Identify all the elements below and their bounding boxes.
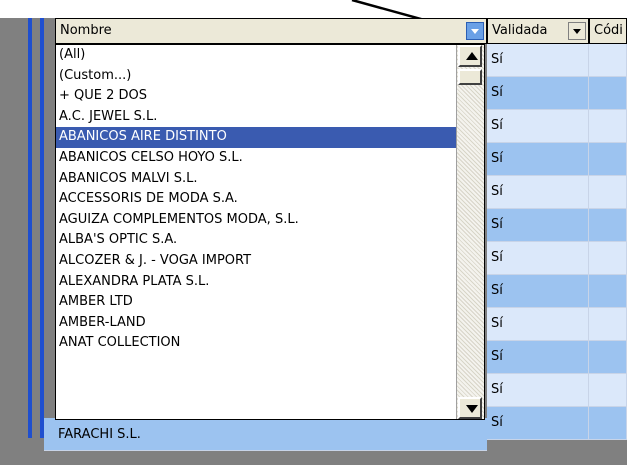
codigo-cell[interactable]: [589, 77, 627, 109]
row-indicator-column: [0, 18, 28, 465]
filter-option[interactable]: ALBA'S OPTIC S.A.: [56, 230, 457, 251]
codigo-cell[interactable]: [589, 242, 627, 274]
filter-option[interactable]: (All): [56, 45, 457, 66]
validada-cell[interactable]: Sí: [487, 44, 589, 76]
table-row[interactable]: Sí: [487, 77, 627, 110]
validada-cell[interactable]: Sí: [487, 209, 589, 241]
filter-option[interactable]: AMBER LTD: [56, 292, 457, 313]
validada-filter-dropdown-button[interactable]: [568, 22, 586, 40]
codigo-cell[interactable]: [589, 308, 627, 340]
table-row[interactable]: Sí: [487, 341, 627, 374]
validada-cell[interactable]: Sí: [487, 242, 589, 274]
validada-cell[interactable]: Sí: [487, 110, 589, 142]
validada-cell[interactable]: Sí: [487, 143, 589, 175]
table-row[interactable]: Sí: [487, 209, 627, 242]
table-row[interactable]: Sí: [487, 407, 627, 440]
dropdown-scrollbar[interactable]: [456, 45, 484, 419]
codigo-cell[interactable]: [589, 407, 627, 439]
filter-option[interactable]: ALEXANDRA PLATA S.L.: [56, 272, 457, 293]
table-row[interactable]: Sí: [487, 242, 627, 275]
chevron-down-icon: [573, 29, 581, 34]
column-header-codigo[interactable]: Códi: [589, 18, 627, 44]
grid-rows: Sí Sí Sí Sí Sí Sí Sí Sí Sí Sí Sí Sí: [487, 44, 627, 440]
filter-option[interactable]: A.C. JEWEL S.L.: [56, 107, 457, 128]
validada-cell[interactable]: Sí: [487, 176, 589, 208]
table-row[interactable]: Sí: [487, 176, 627, 209]
table-row[interactable]: Sí: [487, 374, 627, 407]
column-header-codigo-label: Códi: [594, 23, 623, 38]
table-row[interactable]: Sí: [487, 110, 627, 143]
column-header-nombre-label: Nombre: [60, 23, 112, 38]
column-header-validada[interactable]: Validada: [487, 18, 589, 44]
focus-bar-left: [28, 18, 32, 438]
filter-option[interactable]: ANAT COLLECTION: [56, 333, 457, 354]
codigo-cell[interactable]: [589, 209, 627, 241]
filter-option[interactable]: AGUIZA COMPLEMENTOS MODA, S.L.: [56, 210, 457, 231]
codigo-cell[interactable]: [589, 341, 627, 373]
column-header-nombre[interactable]: Nombre: [55, 18, 487, 44]
validada-cell[interactable]: Sí: [487, 374, 589, 406]
chevron-down-icon: [471, 29, 479, 34]
scroll-thumb[interactable]: [458, 69, 482, 85]
scroll-up-button[interactable]: [458, 45, 482, 67]
column-header-validada-label: Validada: [492, 23, 548, 38]
codigo-cell[interactable]: [589, 110, 627, 142]
scroll-down-button[interactable]: [458, 397, 482, 419]
filter-option-selected[interactable]: ABANICOS AIRE DISTINTO: [56, 127, 457, 148]
arrow-up-icon: [466, 52, 478, 60]
filter-option[interactable]: ALCOZER & J. - VOGA IMPORT: [56, 251, 457, 272]
filter-option[interactable]: (Custom...): [56, 66, 457, 87]
validada-cell[interactable]: Sí: [487, 77, 589, 109]
codigo-cell[interactable]: [589, 44, 627, 76]
validada-cell[interactable]: Sí: [487, 341, 589, 373]
table-row[interactable]: Sí: [487, 308, 627, 341]
nombre-filter-dropdown-list[interactable]: (All) (Custom...) + QUE 2 DOS A.C. JEWEL…: [55, 44, 485, 420]
validada-cell[interactable]: Sí: [487, 407, 589, 439]
nombre-filter-dropdown-button[interactable]: [466, 22, 484, 40]
table-row[interactable]: Sí: [487, 275, 627, 308]
filter-options-list: (All) (Custom...) + QUE 2 DOS A.C. JEWEL…: [56, 45, 457, 354]
focus-bar-right: [40, 18, 44, 438]
filter-option[interactable]: ACCESSORIS DE MODA S.A.: [56, 189, 457, 210]
table-row[interactable]: Sí: [487, 44, 627, 77]
arrow-down-icon: [466, 405, 478, 413]
filter-option[interactable]: AMBER-LAND: [56, 313, 457, 334]
filter-option[interactable]: ABANICOS MALVI S.L.: [56, 169, 457, 190]
table-row[interactable]: Sí: [487, 143, 627, 176]
validada-cell[interactable]: Sí: [487, 308, 589, 340]
filter-option[interactable]: + QUE 2 DOS: [56, 86, 457, 107]
table-row-nombre-cell[interactable]: FARACHI S.L.: [44, 418, 487, 451]
codigo-cell[interactable]: [589, 374, 627, 406]
codigo-cell[interactable]: [589, 143, 627, 175]
validada-cell[interactable]: Sí: [487, 275, 589, 307]
codigo-cell[interactable]: [589, 275, 627, 307]
filter-option[interactable]: ABANICOS CELSO HOYO S.L.: [56, 148, 457, 169]
codigo-cell[interactable]: [589, 176, 627, 208]
